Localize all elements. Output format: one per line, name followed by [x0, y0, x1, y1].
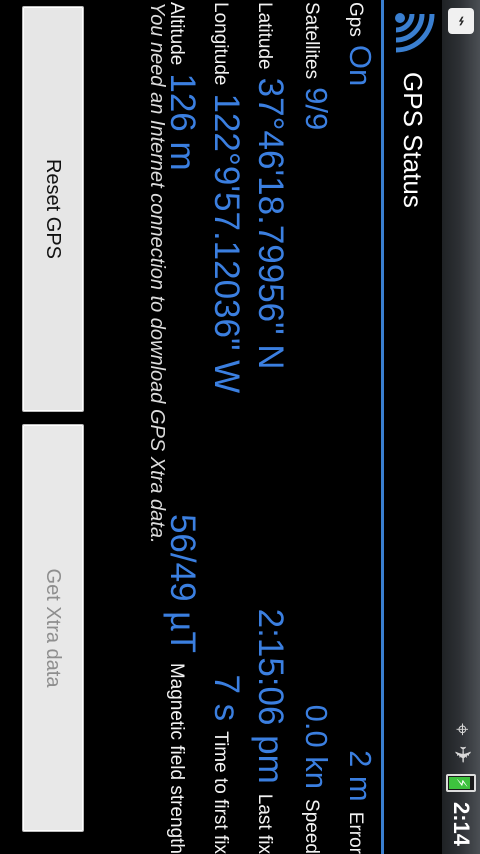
field-value: 2:15:06 pm [251, 608, 290, 784]
title-divider [381, 0, 384, 854]
field-label: Latitude [254, 2, 275, 70]
field-error: 2 m Error [332, 750, 378, 854]
field-time-to-first-fix: 7 s Time to first fix [200, 674, 246, 854]
status-bar: ⌁ ⌖ ✈ ⚡ 2:14 [442, 0, 480, 854]
field-gps: Gps On [332, 2, 378, 86]
field-label: Magnetic field strength [166, 662, 187, 854]
field-label: Altitude [166, 2, 187, 66]
gps-signal-icon [395, 13, 435, 53]
field-label: Error [345, 811, 366, 854]
airplane-icon: ✈ [449, 745, 474, 764]
field-label: Last fix [254, 793, 275, 854]
field-value: 0.0 kn [299, 704, 334, 790]
field-value: 56/49 µT [163, 513, 202, 653]
field-value: 37°46'18.79956" N [251, 77, 290, 370]
reset-gps-button[interactable]: Reset GPS [22, 6, 84, 412]
field-label: Longitude [210, 2, 231, 86]
field-value: On [343, 44, 378, 87]
battery-charging-icon: ⚡ [446, 773, 476, 792]
field-label: Speed [301, 799, 322, 854]
field-value: 122°9'57.12036" W [207, 93, 246, 394]
field-magnetic-field: 56/49 µT Magnetic field strength [156, 514, 202, 854]
field-value: 9/9 [299, 87, 334, 131]
field-last-fix: 2:15:06 pm Last fix [244, 609, 290, 854]
field-label: Satellites [301, 2, 322, 80]
field-label: Gps [345, 2, 366, 37]
field-speed: 0.0 kn Speed [288, 705, 334, 854]
field-label: Time to first fix [210, 731, 231, 854]
get-xtra-data-button[interactable]: Get Xtra data [22, 424, 84, 832]
field-value: 126 m [163, 73, 202, 171]
usb-icon: ⌁ [448, 8, 474, 34]
page-title: GPS Status [398, 72, 428, 208]
field-longitude: Longitude 122°9'57.12036" W [200, 2, 246, 393]
title-bar: GPS Status [384, 0, 442, 854]
xtra-data-note: You need an Internet connection to downl… [146, 2, 168, 544]
field-latitude: Latitude 37°46'18.79956" N [244, 2, 290, 370]
field-value: 2 m [343, 750, 378, 802]
field-value: 7 s [207, 674, 246, 722]
app-window: ⌁ ⌖ ✈ ⚡ 2:14 GPS Status Gps On Satellite… [0, 0, 480, 854]
field-satellites: Satellites 9/9 [288, 2, 334, 130]
gps-target-icon: ⌖ [449, 723, 474, 736]
clock: 2:14 [449, 801, 474, 846]
